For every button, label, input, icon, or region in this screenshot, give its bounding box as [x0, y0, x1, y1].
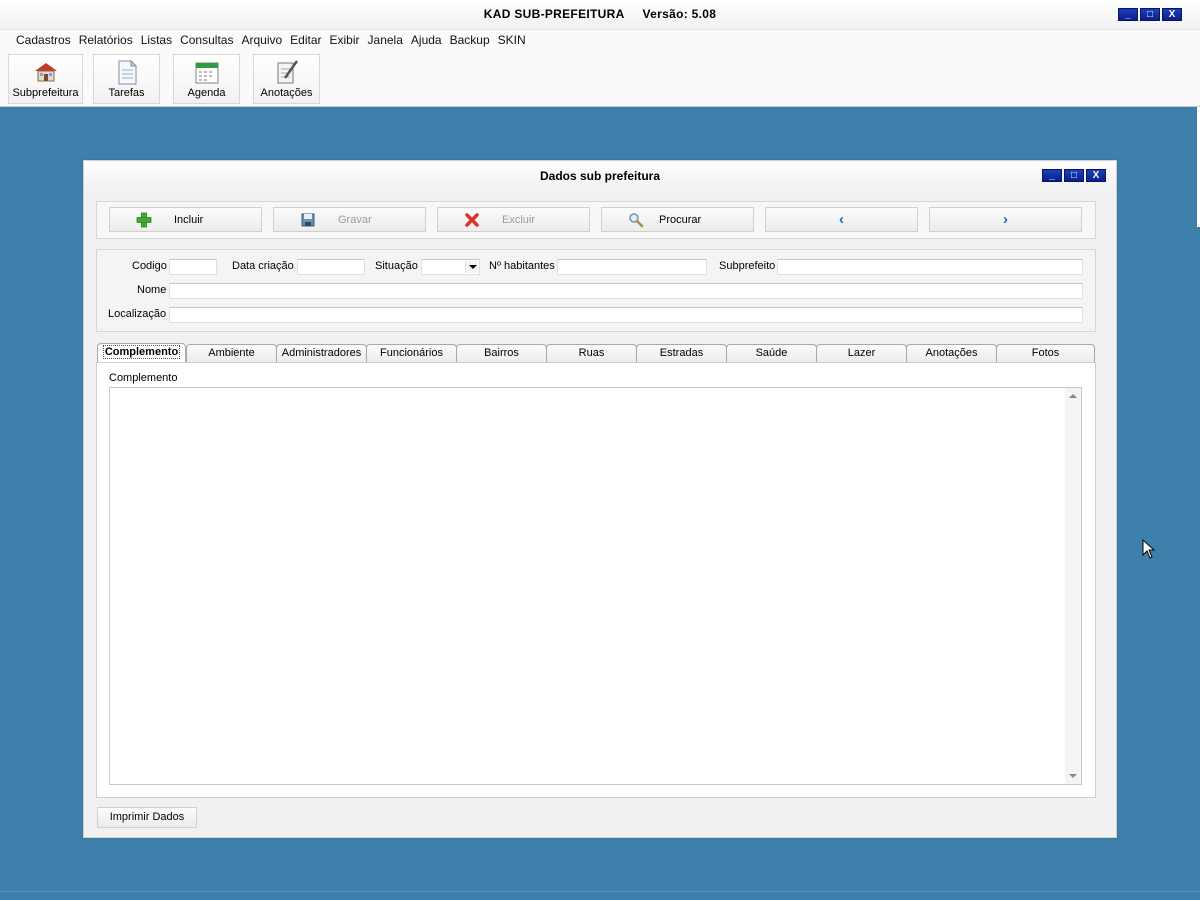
menu-skin[interactable]: SKIN — [494, 33, 530, 47]
plus-icon — [136, 212, 152, 228]
house-icon — [34, 63, 57, 82]
complemento-textarea[interactable] — [109, 387, 1082, 785]
dados-subprefeitura-dialog: Dados sub prefeitura _ □ X Incluir Grava… — [83, 160, 1117, 838]
dialog-window-controls: _ □ X — [1042, 169, 1106, 182]
excluir-label: Excluir — [502, 214, 536, 226]
complemento-panel: Complemento — [96, 362, 1096, 798]
complemento-label: Complemento — [109, 372, 178, 384]
menu-arquivo[interactable]: Arquivo — [237, 33, 286, 47]
app-title-text: KAD SUB-PREFEITURA — [483, 7, 625, 21]
scroll-down-icon[interactable] — [1069, 774, 1077, 778]
dialog-titlebar: Dados sub prefeitura _ □ X — [84, 161, 1116, 189]
app-maximize-button[interactable]: □ — [1140, 8, 1160, 21]
incluir-label: Incluir — [174, 214, 204, 226]
dialog-maximize-button[interactable]: □ — [1064, 169, 1084, 182]
scroll-up-icon[interactable] — [1069, 394, 1077, 398]
incluir-button[interactable]: Incluir — [109, 207, 262, 232]
app-title: KAD SUB-PREFEITURA Versão: 5.08 — [0, 7, 1200, 21]
tab-lazer[interactable]: Lazer — [816, 344, 907, 362]
tab-complemento[interactable]: Complemento — [97, 343, 186, 363]
procurar-label: Procurar — [659, 214, 702, 226]
toolbar-agenda-button[interactable]: Agenda — [173, 54, 240, 104]
tab-administradores[interactable]: Administradores — [276, 344, 367, 362]
tab-fotos[interactable]: Fotos — [996, 344, 1095, 362]
nome-input[interactable] — [169, 283, 1083, 299]
action-bar: Incluir Gravar Excluir Procurar ‹ › — [96, 201, 1096, 239]
previous-record-button[interactable]: ‹ — [765, 207, 918, 232]
tab-anotacoes[interactable]: Anotações — [906, 344, 997, 362]
codigo-input[interactable] — [169, 259, 217, 275]
localizacao-input[interactable] — [169, 307, 1083, 323]
menu-listas[interactable]: Listas — [137, 33, 176, 47]
toolbar-tarefas-button[interactable]: Tarefas — [93, 54, 160, 104]
desktop-bottom-edge — [0, 891, 1200, 900]
toolbar-subprefeitura-button[interactable]: Subprefeitura — [8, 54, 83, 104]
habitantes-label: Nº habitantes — [489, 260, 555, 272]
menu-ajuda[interactable]: Ajuda — [407, 33, 446, 47]
tab-strip: Complemento Ambiente Administradores Fun… — [96, 343, 1096, 363]
data-criacao-input[interactable] — [297, 259, 365, 275]
menu-relatorios[interactable]: Relatórios — [75, 33, 137, 47]
menu-janela[interactable]: Janela — [364, 33, 407, 47]
imprimir-dados-button[interactable]: Imprimir Dados — [97, 807, 197, 828]
dialog-minimize-button[interactable]: _ — [1042, 169, 1062, 182]
toolbar-agenda-label: Agenda — [187, 87, 226, 99]
codigo-label: Codigo — [132, 260, 167, 272]
app-close-button[interactable]: X — [1162, 8, 1182, 21]
main-toolbar: Subprefeitura Tarefas Agenda Anotações — [0, 50, 1200, 107]
chevron-down-icon[interactable] — [465, 261, 478, 273]
menu-consultas[interactable]: Consultas — [176, 33, 237, 47]
habitantes-input[interactable] — [557, 259, 707, 275]
magnifier-icon — [629, 213, 644, 228]
document-icon — [118, 59, 137, 85]
tab-estradas[interactable]: Estradas — [636, 344, 727, 362]
nome-label: Nome — [137, 284, 167, 296]
toolbar-subprefeitura-label: Subprefeitura — [12, 87, 79, 99]
arrow-right-icon: › — [1003, 211, 1008, 228]
calendar-icon — [195, 62, 218, 84]
menu-editar[interactable]: Editar — [286, 33, 325, 47]
app-titlebar: KAD SUB-PREFEITURA Versão: 5.08 _ □ X — [0, 0, 1200, 30]
tab-funcionarios[interactable]: Funcionários — [366, 344, 457, 362]
excluir-button[interactable]: Excluir — [437, 207, 590, 232]
menubar: Cadastros Relatórios Listas Consultas Ar… — [0, 30, 1200, 50]
app-window-controls: _ □ X — [1118, 8, 1182, 21]
record-fields: Codigo Data criação Situação Nº habitant… — [96, 249, 1096, 332]
localizacao-label: Localização — [108, 308, 167, 320]
mouse-cursor-icon — [1142, 539, 1156, 559]
data-criacao-label: Data criação — [232, 260, 294, 272]
menu-backup[interactable]: Backup — [446, 33, 494, 47]
gravar-button[interactable]: Gravar — [273, 207, 426, 232]
tab-ambiente[interactable]: Ambiente — [186, 344, 277, 362]
app-version: Versão: 5.08 — [642, 7, 717, 21]
next-record-button[interactable]: › — [929, 207, 1082, 232]
delete-x-icon — [465, 213, 479, 227]
situacao-select[interactable] — [421, 259, 480, 275]
subprefeito-label: Subprefeito — [719, 260, 776, 272]
complemento-scrollbar[interactable] — [1065, 388, 1081, 784]
arrow-left-icon: ‹ — [839, 211, 844, 228]
tab-bairros[interactable]: Bairros — [456, 344, 547, 362]
tab-complemento-label: Complemento — [102, 345, 181, 359]
notepad-pen-icon — [277, 60, 298, 84]
menu-exibir[interactable]: Exibir — [326, 33, 364, 47]
dialog-title: Dados sub prefeitura — [539, 169, 661, 183]
toolbar-tarefas-label: Tarefas — [108, 87, 145, 99]
dialog-close-button[interactable]: X — [1086, 169, 1106, 182]
subprefeito-input[interactable] — [777, 259, 1083, 275]
tab-ruas[interactable]: Ruas — [546, 344, 637, 362]
toolbar-anotacoes-label: Anotações — [260, 87, 313, 99]
tab-saude[interactable]: Saúde — [726, 344, 817, 362]
toolbar-anotacoes-button[interactable]: Anotações — [253, 54, 320, 104]
app-minimize-button[interactable]: _ — [1118, 8, 1138, 21]
situacao-label: Situação — [375, 260, 418, 272]
floppy-disk-icon — [301, 213, 315, 227]
gravar-label: Gravar — [338, 214, 372, 226]
menu-cadastros[interactable]: Cadastros — [12, 33, 75, 47]
procurar-button[interactable]: Procurar — [601, 207, 754, 232]
